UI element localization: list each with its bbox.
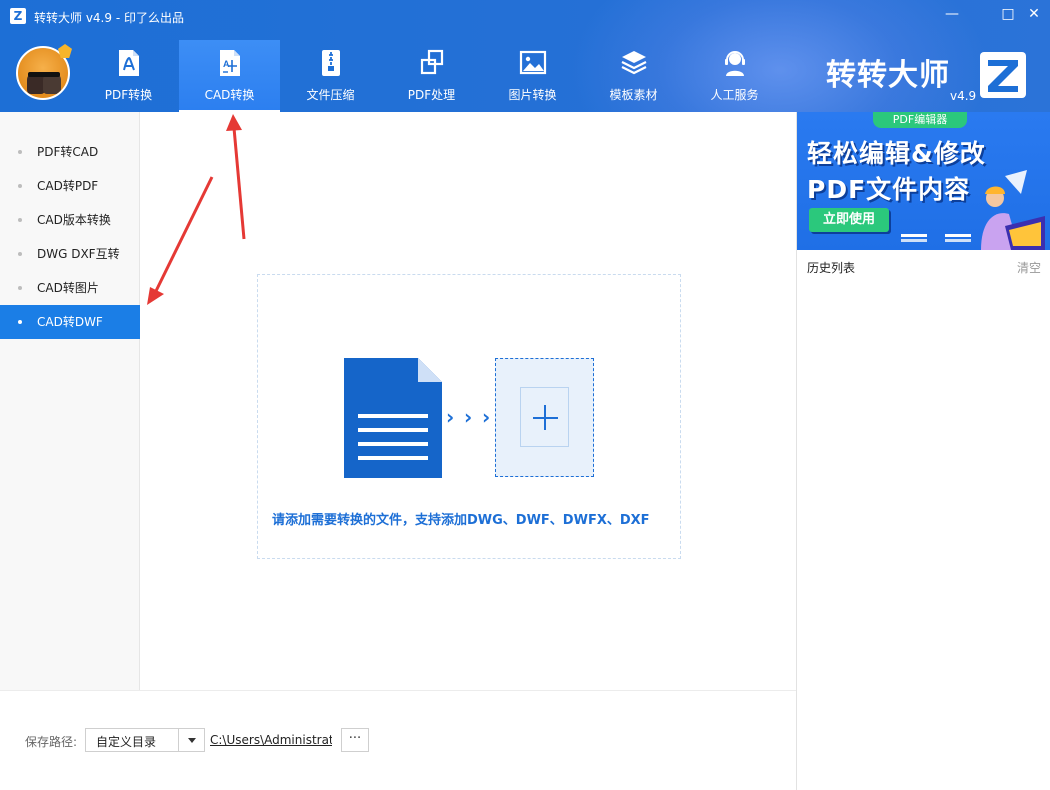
document-icon [344, 358, 442, 478]
bullet-icon [18, 252, 22, 256]
save-path-label: 保存路径: [25, 735, 78, 749]
title-bar: Z 转转大师 v4.9 - 印了么出品 — □ ✕ [0, 0, 1050, 32]
nav-cad-convert[interactable]: A CAD转换 [179, 40, 280, 112]
main-area: › › › 请添加需要转换的文件，支持添加DWG、DWF、DWFX、DXF [141, 112, 796, 690]
plus-icon-vertical [544, 405, 546, 430]
nav-label: PDF转换 [104, 88, 153, 102]
bullet-icon [18, 320, 22, 324]
nav-human-service[interactable]: 人工服务 [684, 40, 785, 112]
nav-label: 文件压缩 [306, 88, 355, 102]
history-clear-button[interactable]: 清空 [1017, 259, 1041, 276]
brand-logo-icon [980, 52, 1026, 98]
bullet-icon [18, 286, 22, 290]
nav-label: CAD转换 [204, 88, 255, 102]
window-title: 转转大师 v4.9 - 印了么出品 [34, 11, 184, 25]
bullet-icon [18, 184, 22, 188]
sidebar: PDF转CAD CAD转PDF CAD版本转换 DWG DXF互转 CAD转图片… [0, 112, 140, 690]
sidebar-item-label: CAD版本转换 [37, 213, 111, 227]
header: Z 转转大师 v4.9 - 印了么出品 — □ ✕ PDF转换 A CAD转换 … [0, 0, 1050, 112]
avatar-glasses [28, 72, 60, 77]
sidebar-item-pdf-to-cad[interactable]: PDF转CAD [0, 135, 140, 169]
nav-pdf-convert[interactable]: PDF转换 [78, 40, 179, 112]
bullet-icon [18, 150, 22, 154]
banner-book-stack [901, 234, 971, 242]
browse-button[interactable]: ··· [341, 728, 369, 752]
banner-person-illustration [981, 170, 1045, 250]
zip-icon [322, 50, 340, 76]
sidebar-item-cad-version[interactable]: CAD版本转换 [0, 203, 140, 237]
save-dir-value: 自定义目录 [96, 735, 157, 749]
maximize-button[interactable]: □ [996, 4, 1020, 24]
bullet-icon [18, 218, 22, 222]
save-dir-select[interactable]: 自定义目录 [85, 728, 205, 752]
pdf-process-icon [420, 49, 444, 75]
chevron-right-icon: › [464, 405, 473, 429]
banner-use-now-button[interactable]: 立即使用 [809, 208, 889, 232]
nav-label: 人工服务 [710, 88, 759, 102]
minimize-button[interactable]: — [940, 4, 964, 24]
dropdown-toggle[interactable] [178, 729, 204, 751]
close-button[interactable]: ✕ [1022, 4, 1046, 24]
right-panel: PDF编辑器 轻松编辑&修改 PDF文件内容 立即使用 历史列表 清空 [796, 112, 1050, 790]
sidebar-item-cad-to-pdf[interactable]: CAD转PDF [0, 169, 140, 203]
app-window: Z 转转大师 v4.9 - 印了么出品 — □ ✕ PDF转换 A CAD转换 … [0, 0, 1050, 790]
promo-banner[interactable]: PDF编辑器 轻松编辑&修改 PDF文件内容 立即使用 [797, 112, 1050, 250]
sidebar-item-label: PDF转CAD [37, 145, 99, 159]
sidebar-item-cad-to-image[interactable]: CAD转图片 [0, 271, 140, 305]
app-logo-icon: Z [10, 8, 26, 24]
nav-label: PDF处理 [407, 88, 456, 102]
sidebar-item-label: DWG DXF互转 [37, 247, 120, 261]
sidebar-item-label: CAD转PDF [37, 179, 99, 193]
banner-headline-1: 轻松编辑&修改 [807, 139, 986, 168]
nav-label: 图片转换 [508, 88, 557, 102]
layers-icon [621, 51, 647, 75]
image-icon [519, 50, 547, 75]
nav-file-compress[interactable]: 文件压缩 [280, 40, 381, 112]
history-list-title: 历史列表 [807, 261, 856, 275]
cad-icon: A [220, 50, 240, 76]
nav-pdf-process[interactable]: PDF处理 [381, 40, 482, 112]
save-path-link[interactable]: C:\Users\Administrat [210, 733, 332, 747]
main-nav: PDF转换 A CAD转换 文件压缩 PDF处理 图片转换 模板素材 人工服务 [78, 40, 785, 112]
sidebar-item-cad-to-dwf[interactable]: CAD转DWF [0, 305, 140, 339]
file-drop-zone[interactable]: › › › 请添加需要转换的文件，支持添加DWG、DWF、DWFX、DXF [257, 274, 681, 559]
brand-name: 转转大师 [826, 58, 950, 93]
nav-label: 模板素材 [609, 88, 658, 102]
pdf-icon [119, 50, 139, 76]
add-file-frame [520, 387, 569, 447]
bottom-bar: 保存路径: 自定义目录 C:\Users\Administrat ··· [0, 690, 796, 790]
add-file-hint: 请添加需要转换的文件，支持添加DWG、DWF、DWFX、DXF [272, 513, 650, 528]
headset-icon [725, 51, 745, 76]
svg-text:A: A [223, 59, 230, 69]
add-file-button[interactable] [495, 358, 594, 477]
banner-tag: PDF编辑器 [873, 112, 967, 128]
chevron-right-icon: › [482, 405, 491, 429]
sidebar-item-label: CAD转图片 [37, 281, 99, 295]
banner-headline-2: PDF文件内容 [807, 175, 971, 204]
brand-version: v4.9 [950, 89, 977, 103]
sidebar-item-dwg-dxf[interactable]: DWG DXF互转 [0, 237, 140, 271]
caret-down-icon [188, 738, 196, 743]
nav-image-convert[interactable]: 图片转换 [482, 40, 583, 112]
sidebar-item-label: CAD转DWF [37, 315, 103, 329]
chevron-right-icon: › [446, 405, 455, 429]
nav-templates[interactable]: 模板素材 [583, 40, 684, 112]
